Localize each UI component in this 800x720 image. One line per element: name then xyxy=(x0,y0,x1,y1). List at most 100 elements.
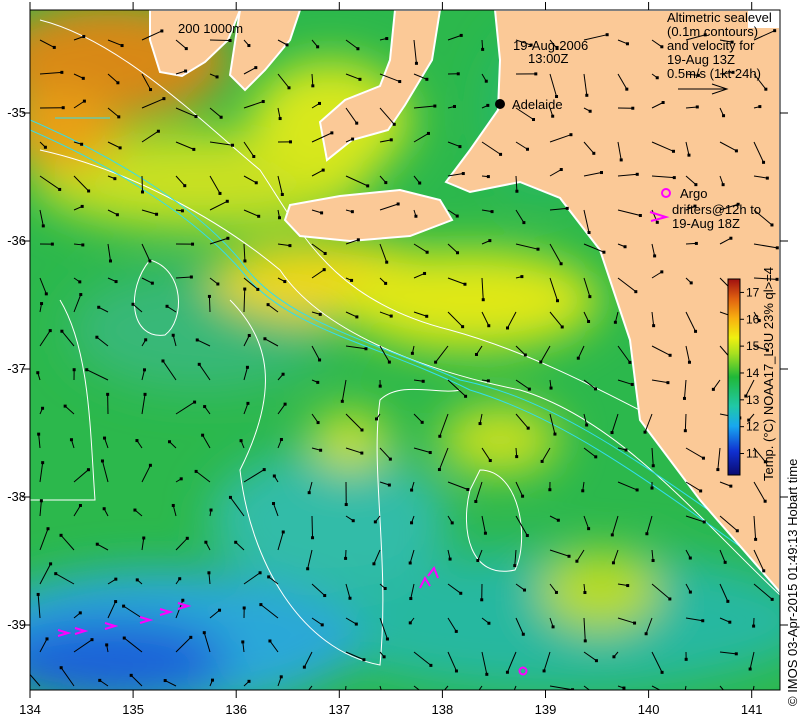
velocity-arrow-head xyxy=(668,694,671,697)
velocity-arrow-head xyxy=(306,567,310,571)
velocity-arrow-head xyxy=(408,561,412,565)
velocity-arrow-head xyxy=(303,694,306,697)
velocity-arrow-head xyxy=(148,463,152,467)
velocity-arrow-head xyxy=(438,695,441,698)
velocity-arrow-head xyxy=(129,673,133,677)
velocity-arrow-head xyxy=(383,586,387,590)
velocity-arrow-head xyxy=(611,561,615,565)
velocity-arrow-head xyxy=(78,280,82,284)
velocity-arrow-head xyxy=(409,597,413,601)
velocity-arrow-head xyxy=(515,189,519,193)
y-tick-label: -36 xyxy=(7,233,26,248)
velocity-arrow-head xyxy=(100,459,104,463)
velocity-arrow-head xyxy=(322,268,326,272)
velocity-arrow-head xyxy=(694,329,698,333)
velocity-arrow-head xyxy=(594,659,598,663)
velocity-arrow-head xyxy=(252,155,256,159)
velocity-arrow-head xyxy=(46,527,50,531)
x-tick-label: 135 xyxy=(122,702,144,717)
velocity-arrow-head xyxy=(122,604,126,608)
velocity-arrow-head xyxy=(576,356,580,360)
velocity-arrow-head xyxy=(59,533,63,537)
velocity-arrow-head xyxy=(488,239,492,243)
velocity-arrow-head xyxy=(364,347,368,351)
velocity-arrow-head xyxy=(527,387,531,391)
velocity-arrow-head xyxy=(247,333,251,337)
velocity-arrow-head xyxy=(486,103,490,107)
velocity-arrow-head xyxy=(474,499,478,503)
velocity-arrow-head xyxy=(764,87,768,91)
velocity-arrow-head xyxy=(348,596,352,600)
velocity-arrow-head xyxy=(630,382,634,386)
velocity-arrow-head xyxy=(228,39,232,43)
velocity-arrow-head xyxy=(644,632,648,636)
velocity-arrow-head xyxy=(243,259,247,263)
velocity-arrow-head xyxy=(587,319,591,323)
velocity-arrow-head xyxy=(318,312,322,316)
velocity-arrow-head xyxy=(635,172,639,176)
velocity-arrow-head xyxy=(682,396,686,400)
velocity-arrow-head xyxy=(414,214,418,218)
colorbar-tick-label: 12 xyxy=(746,420,760,434)
velocity-arrow-head xyxy=(423,271,427,275)
velocity-arrow-head xyxy=(602,250,606,254)
velocity-arrow-head xyxy=(41,461,45,465)
velocity-arrow-head xyxy=(320,623,324,627)
velocity-arrow-head xyxy=(758,105,762,109)
velocity-arrow-head xyxy=(161,359,165,363)
velocity-arrow-head xyxy=(41,224,45,228)
velocity-arrow-head xyxy=(661,101,665,105)
velocity-arrow-head xyxy=(560,325,564,329)
velocity-arrow-head xyxy=(486,175,490,179)
velocity-arrow-head xyxy=(687,360,691,364)
velocity-arrow-head xyxy=(429,663,433,667)
velocity-arrow-head xyxy=(605,33,609,37)
velocity-arrow-head xyxy=(318,358,322,362)
colorbar-tick-label: 17 xyxy=(746,285,760,299)
velocity-arrow-head xyxy=(36,371,40,375)
velocity-arrow-head xyxy=(191,242,195,246)
legend-line: Altimetric sealevel xyxy=(667,10,772,25)
velocity-arrow-head xyxy=(487,621,491,625)
velocity-arrow-head xyxy=(98,678,102,682)
velocity-arrow-head xyxy=(459,33,463,37)
velocity-arrow-head xyxy=(499,152,503,156)
velocity-arrow-head xyxy=(734,149,738,153)
velocity-arrow-head xyxy=(59,666,63,670)
velocity-arrow-head xyxy=(454,629,458,633)
velocity-arrow-head xyxy=(421,379,425,383)
velocity-arrow-head xyxy=(52,45,56,49)
velocity-arrow-head xyxy=(523,353,527,357)
velocity-arrow-head xyxy=(355,121,359,125)
velocity-arrow-head xyxy=(410,488,414,492)
velocity-arrow-head xyxy=(466,488,470,492)
velocity-arrow-head xyxy=(588,109,592,113)
velocity-arrow-head xyxy=(556,518,560,522)
velocity-arrow-head xyxy=(464,394,468,398)
velocity-arrow-head xyxy=(410,521,414,525)
velocity-arrow-head xyxy=(120,44,124,48)
velocity-arrow-head xyxy=(219,115,223,119)
velocity-arrow-head xyxy=(378,384,382,388)
velocity-arrow-head xyxy=(61,106,65,110)
velocity-arrow-head xyxy=(254,181,258,185)
legend-line: and velocity for xyxy=(667,38,755,53)
velocity-arrow-head xyxy=(456,72,460,76)
velocity-arrow-head xyxy=(735,529,739,533)
velocity-arrow-head xyxy=(631,106,635,110)
velocity-arrow-head xyxy=(512,691,515,694)
velocity-arrow-head xyxy=(144,338,148,342)
velocity-arrow-head xyxy=(150,281,154,285)
y-tick-label: -39 xyxy=(7,617,26,632)
velocity-arrow-head xyxy=(171,503,175,507)
velocity-arrow-head xyxy=(723,560,727,564)
velocity-arrow-head xyxy=(702,520,706,524)
velocity-arrow-head xyxy=(459,591,463,595)
velocity-arrow-head xyxy=(476,558,480,562)
velocity-arrow-head xyxy=(69,438,73,442)
velocity-arrow-head xyxy=(525,534,529,538)
velocity-arrow-head xyxy=(626,584,630,588)
velocity-arrow-head xyxy=(650,486,654,490)
velocity-arrow xyxy=(209,39,231,42)
velocity-arrow-head xyxy=(559,262,563,266)
